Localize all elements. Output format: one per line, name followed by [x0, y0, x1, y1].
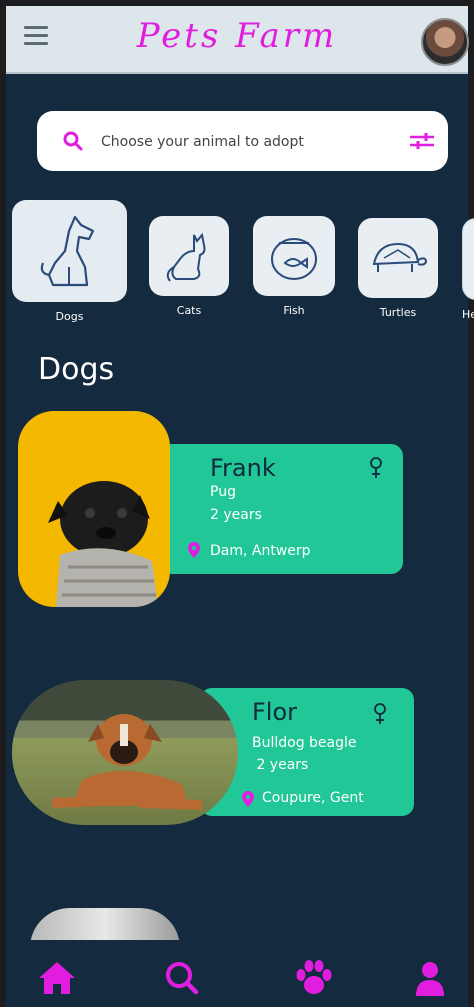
category-dogs[interactable]: Dogs: [12, 200, 127, 323]
pet-location: Coupure, Gent: [262, 790, 364, 806]
partial-icon: [462, 218, 474, 300]
device-frame-left: [0, 0, 6, 1007]
location-pin-icon: [242, 791, 254, 807]
pet-name: Frank: [210, 454, 276, 482]
search-bar: [37, 111, 448, 171]
search-input[interactable]: [99, 129, 393, 155]
pet-age: 2 years: [252, 757, 309, 773]
category-label: Dogs: [55, 310, 84, 323]
pet-card[interactable]: Frank Pug 2 years Dam, Antwerp: [160, 444, 403, 574]
category-label: He: [462, 308, 474, 321]
search-icon: [166, 962, 199, 995]
paw-icon: [296, 960, 332, 994]
pet-location: Dam, Antwerp: [210, 543, 311, 559]
nav-home[interactable]: [37, 960, 77, 996]
pug-image: [48, 481, 158, 607]
dog-icon: [40, 215, 94, 287]
nav-search[interactable]: [162, 960, 202, 996]
avatar[interactable]: [421, 18, 469, 66]
nav-pets[interactable]: [294, 960, 334, 996]
female-icon: [374, 703, 386, 724]
cat-icon: [166, 232, 206, 282]
pet-breed: Pug: [210, 484, 236, 500]
category-label: Turtles: [379, 306, 417, 319]
pet-photo[interactable]: [18, 411, 170, 607]
fish-icon: [271, 238, 317, 280]
pet-name: Flor: [252, 698, 298, 726]
pet-photo[interactable]: [12, 680, 238, 825]
category-cats[interactable]: Cats: [149, 216, 229, 317]
category-label: Fish: [283, 304, 305, 317]
profile-icon: [416, 962, 444, 996]
pet-breed: Bulldog beagle: [252, 735, 357, 751]
section-title: Dogs: [38, 352, 115, 387]
category-turtles[interactable]: Turtles: [358, 218, 438, 319]
search-icon[interactable]: [63, 131, 83, 151]
device-frame-right: [468, 0, 474, 1007]
pet-age: 2 years: [210, 507, 262, 523]
boxer-image: [52, 714, 202, 810]
category-fish[interactable]: Fish: [253, 216, 335, 317]
location-pin-icon: [188, 542, 200, 558]
category-label: Cats: [176, 304, 202, 317]
home-icon: [39, 962, 75, 994]
category-partial[interactable]: He: [462, 218, 474, 321]
turtle-icon: [372, 242, 428, 272]
female-icon: [370, 457, 382, 478]
filter-icon[interactable]: [409, 131, 435, 151]
bottom-nav: [6, 940, 468, 1007]
app-header: Pets Farm: [6, 6, 469, 74]
nav-profile[interactable]: [410, 960, 450, 996]
app-title: Pets Farm: [136, 16, 338, 56]
